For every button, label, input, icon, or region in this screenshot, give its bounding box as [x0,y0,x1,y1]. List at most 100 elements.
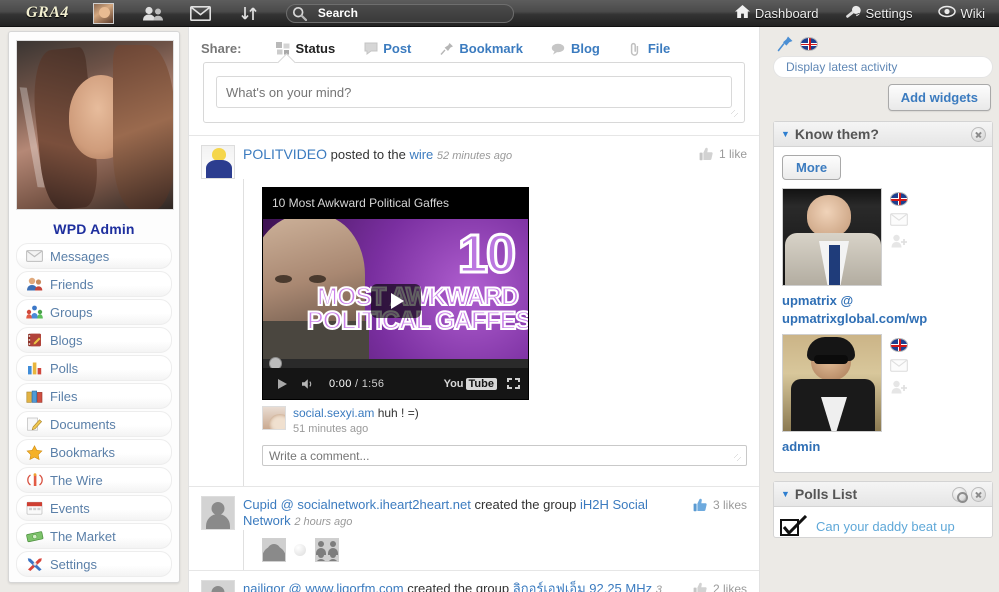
close-icon[interactable] [971,126,986,142]
dashboard-link[interactable]: Dashboard [734,4,819,22]
search-input[interactable] [315,5,496,21]
sidebar-item-blogs[interactable]: Blogs [16,327,172,353]
like-count[interactable]: 1 like [699,147,747,161]
top-navigation-bar: GRA4 Search Dashboard Settings Wiki [0,0,999,27]
comment-author[interactable]: social.sexyi.am [293,406,374,420]
activity-icon[interactable] [232,6,266,21]
post-comment: social.sexyi.am huh ! =) 51 minutes ago [262,400,747,441]
member-actions [890,334,908,394]
thumbs-up-icon [693,498,708,512]
resize-grip[interactable] [734,454,743,463]
composer-input[interactable] [216,76,732,108]
post-avatar[interactable] [201,496,235,530]
close-icon[interactable] [971,486,986,502]
play-button-icon[interactable] [370,284,421,318]
profile-username[interactable]: WPD Admin [16,217,172,243]
messages-icon[interactable] [184,5,218,21]
sidebar-item-polls[interactable]: Polls [16,355,172,381]
fullscreen-icon[interactable] [507,378,520,389]
add-widgets-button[interactable]: Add widgets [887,84,991,111]
share-tabs-row: Share: Status Post Bookmark Blog File [189,27,759,62]
poll-item[interactable]: Can your daddy beat up [774,507,992,537]
sidebar-item-files[interactable]: Files [16,383,172,409]
post-time: 3 [655,584,662,592]
video-player[interactable]: 10 Most Awkward Political Gaffes 10 MOST… [262,187,529,400]
comment-input[interactable] [262,445,747,466]
share-tab-label: Blog [570,41,600,56]
sidebar-item-bookmarks[interactable]: Bookmarks [16,439,172,465]
member-photo[interactable] [782,334,882,432]
sidebar-item-events[interactable]: Events [16,495,172,521]
sidebar-item-messages[interactable]: Messages [16,243,172,269]
envelope-icon[interactable] [890,359,908,373]
money-icon [25,528,44,544]
uk-flag-icon[interactable] [890,192,908,206]
post-author[interactable]: nailigor @ www.ligorfm.com [243,581,404,592]
post-icon [363,41,378,56]
thumbs-up-icon [699,147,714,161]
volume-icon[interactable] [301,378,316,390]
sidebar-item-the-wire[interactable]: The Wire [16,467,172,493]
share-tab-file[interactable]: File [628,41,670,56]
member-thumb-icon[interactable] [262,538,286,562]
like-count[interactable]: 2 likes [693,582,747,592]
activity-status[interactable]: Display latest activity [773,56,993,78]
group-members-icon[interactable] [314,538,339,562]
uk-flag-icon[interactable] [890,338,908,352]
video-progress-bar[interactable] [263,357,528,370]
search-box[interactable] [285,3,514,23]
comment-time: 51 minutes ago [293,423,369,435]
poll-label[interactable]: Can your daddy beat up [816,519,955,534]
share-tab-label: Post [383,41,412,56]
widget-header: ▼ Polls List [774,482,992,507]
user-avatar[interactable] [92,2,114,24]
member-name[interactable]: admin [782,432,984,456]
sidebar-item-groups[interactable]: Groups [16,299,172,325]
youtube-you-text: You [443,377,464,390]
share-tab-blog[interactable]: Blog [551,41,600,56]
uk-flag-icon[interactable] [800,36,818,51]
comment-avatar[interactable] [262,406,286,430]
post-author[interactable]: POLITVIDEO [243,146,327,162]
post-avatar[interactable] [201,580,235,592]
add-friend-icon[interactable] [890,234,908,248]
post-text: POLITVIDEO posted to the wire 52 minutes… [243,145,747,164]
settings-link[interactable]: Settings [844,4,912,22]
post-avatar[interactable] [201,145,235,179]
add-friend-icon[interactable] [890,380,908,394]
bullet-icon [294,544,307,556]
home-icon [734,4,751,22]
post-header: nailigor @ www.ligorfm.com created the g… [201,580,747,592]
sidebar-item-the-market[interactable]: The Market [16,523,172,549]
site-logo[interactable]: GRA4 [26,4,69,22]
chevron-down-icon[interactable]: ▼ [781,489,790,499]
member-photo[interactable] [782,188,882,286]
envelope-icon[interactable] [890,213,908,227]
video-time: 0:00 / 1:56 [329,378,384,390]
sidebar-item-documents[interactable]: Documents [16,411,172,437]
sidebar-item-friends[interactable]: Friends [16,271,172,297]
youtube-logo[interactable]: You Tube [443,377,497,390]
feed-post: 1 like POLITVIDEO posted to the wire 52 … [189,135,759,486]
gear-icon[interactable] [952,486,968,503]
play-icon[interactable] [276,378,288,390]
video-controls: 0:00 / 1:56 You Tube [263,368,528,399]
dashboard-label: Dashboard [754,5,819,21]
more-button[interactable]: More [782,155,842,180]
post-target[interactable]: ลิกอร์เอฟเอ็ม 92.25 MHz [513,581,652,592]
resize-grip[interactable] [731,110,740,119]
left-sidebar: WPD Admin Messages Friends Groups Blogs [8,31,180,583]
member-actions [890,188,908,248]
post-author[interactable]: Cupid @ socialnetwork.iheart2heart.net [243,497,471,512]
sidebar-item-settings[interactable]: Settings [16,551,172,577]
like-count[interactable]: 3 likes [693,498,747,512]
post-target[interactable]: wire [409,147,433,162]
member-name[interactable]: upmatrix @ upmatrixglobal.com/wp [782,286,984,328]
wiki-link[interactable]: Wiki [938,5,985,21]
friends-icon[interactable] [136,6,170,21]
pin-icon[interactable] [777,35,794,52]
share-tab-post[interactable]: Post [363,41,411,56]
chevron-down-icon[interactable]: ▼ [781,129,790,139]
share-tab-bookmark[interactable]: Bookmark [439,41,523,56]
profile-photo[interactable] [16,40,174,210]
